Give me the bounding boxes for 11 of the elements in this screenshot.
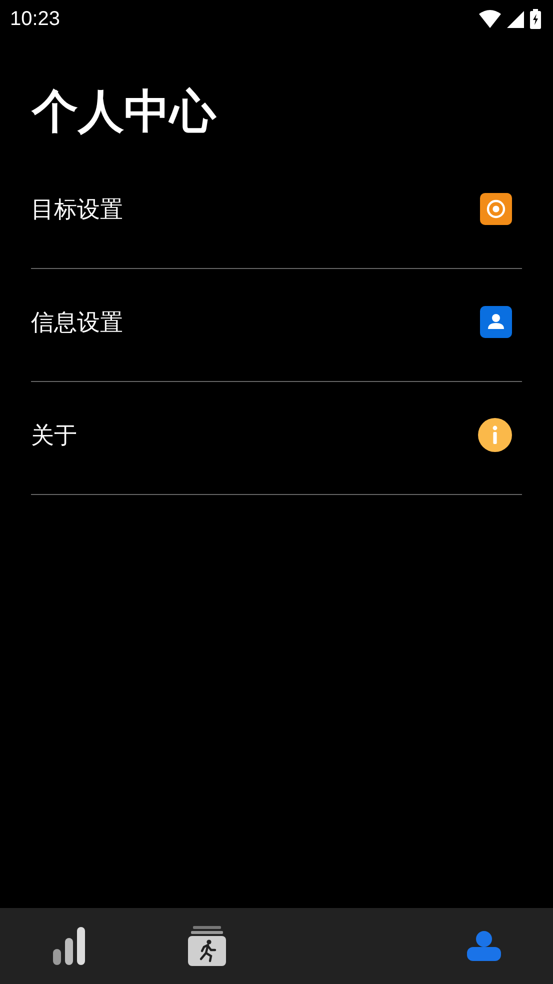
signal-icon xyxy=(507,10,524,28)
target-icon xyxy=(480,193,512,225)
menu-item[interactable]: 关于 xyxy=(31,382,522,495)
page-title: 个人中心 xyxy=(32,88,218,134)
person-icon xyxy=(480,306,512,338)
status-time: 10:23 xyxy=(10,8,60,30)
battery-icon xyxy=(530,9,541,29)
info-icon xyxy=(478,418,512,452)
menu-item[interactable]: 目标设置 xyxy=(31,156,522,269)
menu-item[interactable]: 信息设置 xyxy=(31,269,522,382)
wifi-icon xyxy=(479,10,501,28)
